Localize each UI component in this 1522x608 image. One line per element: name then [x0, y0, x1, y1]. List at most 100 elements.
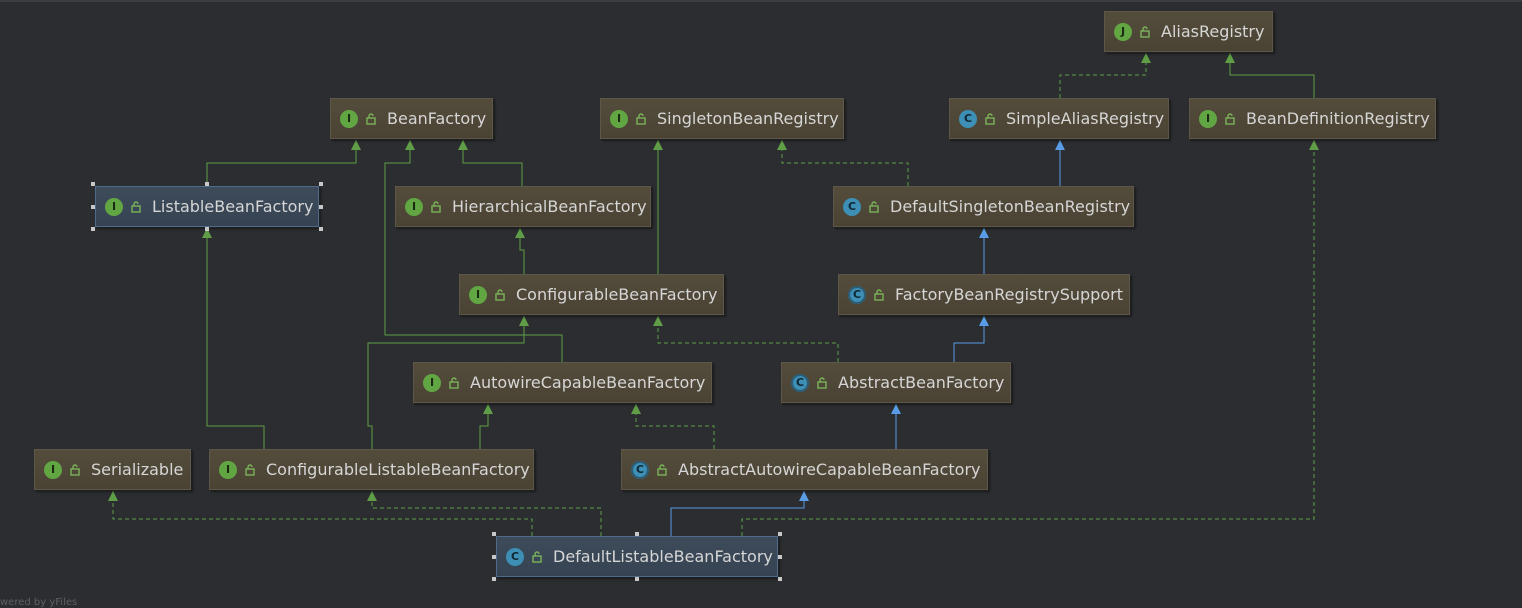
selection-handle[interactable] — [91, 227, 95, 231]
node-singletonbeanregistry[interactable]: I SingletonBeanRegistry — [600, 98, 844, 139]
public-lock-icon — [429, 200, 443, 214]
node-hierarchicalbeanfactory[interactable]: I HierarchicalBeanFactory — [395, 186, 651, 227]
node-label: DefaultSingletonBeanRegistry — [890, 197, 1131, 216]
node-abstractautowirecapablebeanfactory[interactable]: C AbstractAutowireCapableBeanFactory — [621, 449, 988, 490]
node-defaultsingletonbeanregistry[interactable]: C DefaultSingletonBeanRegistry — [833, 186, 1134, 227]
conflistable-to-autowire-arrowhead — [483, 404, 493, 414]
selection-handle[interactable] — [319, 227, 323, 231]
abstractbean-to-factorybean-edge — [953, 316, 985, 362]
selection-handle[interactable] — [91, 204, 95, 209]
selection-handle[interactable] — [205, 182, 209, 186]
public-lock-icon — [243, 463, 257, 477]
configurable-to-singleton-arrowhead — [653, 140, 663, 150]
selection-handle[interactable] — [635, 532, 639, 536]
simplealias-to-aliasregistry-edge — [1059, 53, 1147, 98]
defaultlistable-to-serializable-arrowhead — [108, 491, 118, 501]
public-lock-icon — [530, 550, 544, 564]
interface-icon: I — [469, 285, 487, 304]
abstract-class-icon: C — [631, 460, 649, 479]
abstractautowire-to-autowire-arrowhead — [631, 404, 641, 414]
defaultlistable-to-abstractautowire-edge — [670, 491, 805, 536]
listable-to-beanfactory-edge — [206, 140, 357, 186]
simplealias-to-aliasregistry-arrowhead — [1141, 53, 1151, 63]
abstractautowire-to-autowire-edge — [635, 404, 715, 449]
interface-icon: I — [105, 197, 123, 216]
public-lock-icon — [1138, 25, 1152, 39]
node-abstractbeanfactory[interactable]: C AbstractBeanFactory — [781, 362, 1011, 403]
autowire-to-beanfactory-edge — [384, 140, 563, 362]
node-configurablelistablebeanfactory[interactable]: I ConfigurableListableBeanFactory — [209, 449, 534, 490]
autowire-to-beanfactory-arrowhead — [405, 140, 415, 150]
abstractbean-to-configurable-edge — [657, 316, 839, 362]
public-lock-icon — [655, 463, 669, 477]
public-lock-icon — [364, 112, 378, 126]
abstractbean-to-factorybean-arrowhead — [979, 316, 989, 326]
beandefreg-to-aliasregistry-arrowhead — [1225, 53, 1235, 63]
defaultlistable-to-abstractautowire-arrowhead — [799, 491, 809, 501]
node-defaultlistablebeanfactory[interactable]: C DefaultListableBeanFactory — [496, 536, 778, 577]
interface-icon: I — [1199, 109, 1217, 128]
conflistable-to-listable-edge — [206, 228, 265, 449]
diagram-edges — [108, 53, 1319, 536]
public-lock-icon — [447, 376, 461, 390]
selection-handle[interactable] — [635, 577, 639, 581]
node-label: BeanFactory — [387, 109, 487, 128]
abstract-class-icon: C — [848, 285, 866, 304]
node-label: HierarchicalBeanFactory — [452, 197, 647, 216]
selection-handle[interactable] — [205, 227, 209, 231]
defaultlistable-to-conflistable-arrowhead — [367, 491, 377, 501]
node-beanfactory[interactable]: I BeanFactory — [330, 98, 493, 139]
public-lock-icon — [815, 376, 829, 390]
node-label: AutowireCapableBeanFactory — [470, 373, 706, 392]
node-serializable[interactable]: I Serializable — [34, 449, 191, 490]
public-lock-icon — [493, 288, 507, 302]
node-label: DefaultListableBeanFactory — [553, 547, 773, 566]
selection-handle[interactable] — [778, 554, 782, 559]
public-lock-icon — [983, 112, 997, 126]
node-configurablebeanfactory[interactable]: I ConfigurableBeanFactory — [459, 274, 724, 315]
selection-handle[interactable] — [91, 182, 95, 186]
node-label: ConfigurableListableBeanFactory — [266, 460, 530, 479]
class-icon: C — [959, 109, 977, 128]
public-lock-icon — [1223, 112, 1237, 126]
class-icon: C — [506, 547, 524, 566]
node-label: SingletonBeanRegistry — [657, 109, 839, 128]
node-label: AbstractBeanFactory — [838, 373, 1005, 392]
node-label: FactoryBeanRegistrySupport — [895, 285, 1123, 304]
watermark-text: wered by yFiles — [0, 597, 78, 608]
interface-icon: I — [610, 109, 628, 128]
node-simplealiasregistry[interactable]: C SimpleAliasRegistry — [949, 98, 1169, 139]
abstractautowire-to-abstractbean-arrowhead — [891, 404, 901, 414]
selection-handle[interactable] — [492, 532, 496, 536]
public-lock-icon — [129, 200, 143, 214]
beandefreg-to-aliasregistry-edge — [1229, 53, 1315, 98]
factorybean-to-defaultsingleton-arrowhead — [979, 228, 989, 238]
node-listablebeanfactory[interactable]: I ListableBeanFactory — [95, 186, 319, 227]
selection-handle[interactable] — [319, 182, 323, 186]
selection-handle[interactable] — [319, 204, 323, 209]
public-lock-icon — [867, 200, 881, 214]
interface-icon: I — [405, 197, 423, 216]
selection-handle[interactable] — [492, 577, 496, 581]
node-beandefinitionregistry[interactable]: I BeanDefinitionRegistry — [1189, 98, 1436, 139]
hierarchical-to-beanfactory-arrowhead — [458, 140, 468, 150]
hierarchical-to-beanfactory-edge — [462, 140, 523, 186]
interface-icon: I — [44, 460, 62, 479]
selection-handle[interactable] — [778, 532, 782, 536]
defaultsingleton-to-singleton-edge — [781, 140, 909, 186]
selection-handle[interactable] — [492, 554, 496, 559]
node-label: ListableBeanFactory — [152, 197, 314, 216]
node-label: AbstractAutowireCapableBeanFactory — [678, 460, 981, 479]
node-factorybeanregistrysupport[interactable]: C FactoryBeanRegistrySupport — [838, 274, 1130, 315]
selection-handle[interactable] — [778, 577, 782, 581]
node-label: ConfigurableBeanFactory — [516, 285, 718, 304]
interface-icon: I — [219, 460, 237, 479]
abstractbean-to-configurable-arrowhead — [653, 316, 663, 326]
interface-icon: I — [340, 109, 358, 128]
defaultlistable-to-conflistable-edge — [371, 491, 602, 536]
class-icon: C — [843, 197, 861, 216]
node-aliasregistry[interactable]: J AliasRegistry — [1104, 11, 1273, 52]
public-lock-icon — [872, 288, 886, 302]
node-autowirecapablebeanfactory[interactable]: I AutowireCapableBeanFactory — [413, 362, 712, 403]
node-label: AliasRegistry — [1161, 22, 1265, 41]
